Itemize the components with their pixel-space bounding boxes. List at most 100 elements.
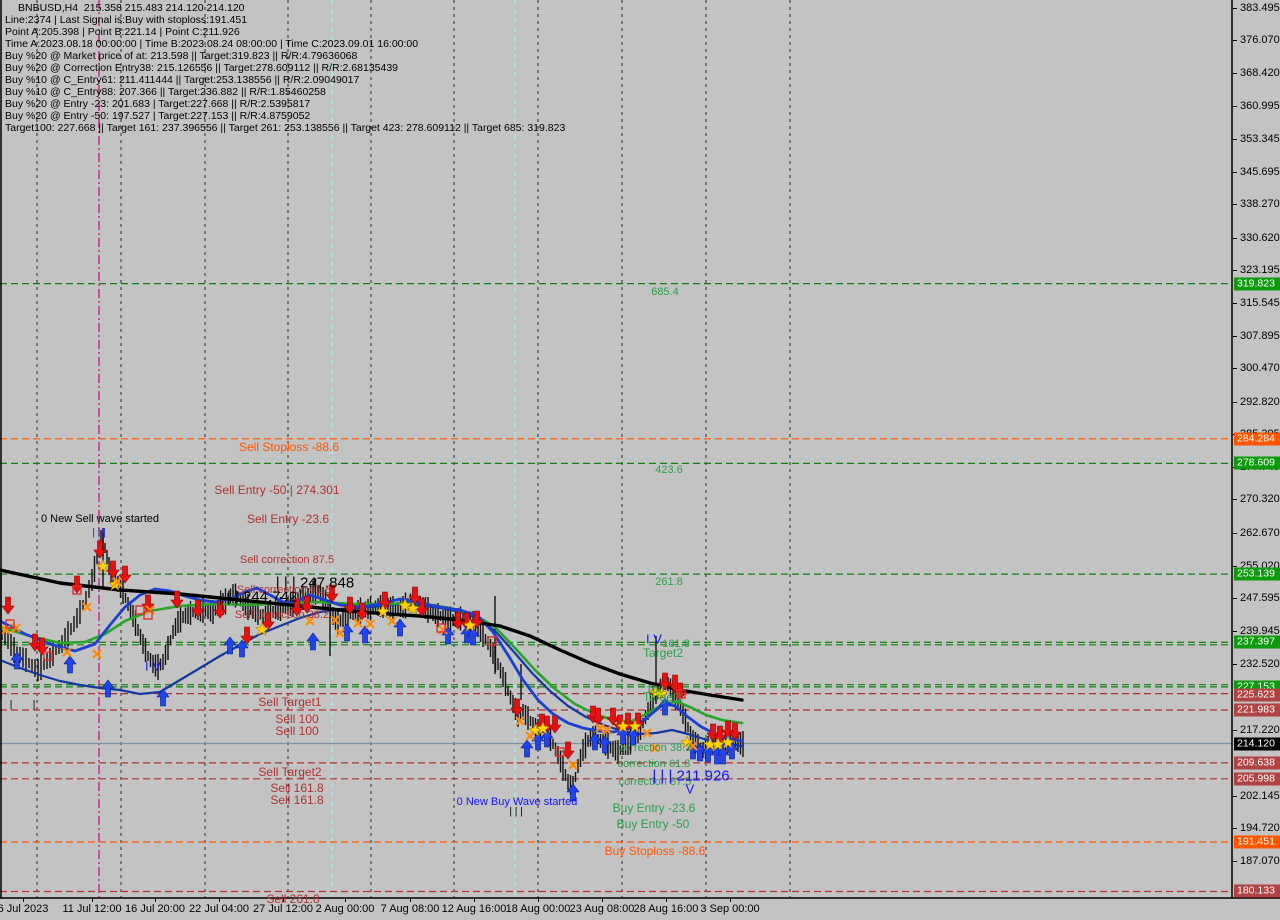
cross-signal-icon — [568, 760, 578, 770]
chart-annotation: | — [32, 699, 36, 711]
cross-signal-icon — [335, 628, 345, 638]
buy-arrow-icon — [393, 618, 407, 637]
chart-annotation: Sell Target2 — [258, 765, 322, 779]
sell-arrow-icon — [191, 599, 205, 618]
chart-annotation: Sell 100 — [275, 724, 319, 738]
time-label: 6 Jul 2023 — [0, 903, 49, 915]
price-tick — [1233, 664, 1237, 665]
price-label: 187.070 — [1240, 855, 1280, 867]
price-badge-237.397: 237.397 — [1234, 635, 1280, 649]
time-tick — [92, 898, 93, 902]
price-tick — [1233, 270, 1237, 271]
price-label: 247.595 — [1240, 592, 1280, 604]
time-label: 22 Jul 04:00 — [189, 903, 249, 915]
square-signal-icon — [43, 651, 53, 661]
chart-annotation: | | | 244.742 — [218, 588, 298, 606]
chart-annotation: Sell correction 38.2 — [234, 609, 330, 621]
time-tick — [410, 898, 411, 902]
price-tick — [1233, 8, 1237, 9]
chart-annotation: Sell Target1 — [258, 695, 322, 709]
buy-arrow-icon — [520, 739, 534, 758]
price-tick — [1233, 40, 1237, 41]
price-label: 315.545 — [1240, 297, 1280, 309]
sell-arrow-icon — [1, 596, 15, 615]
price-tick — [1233, 139, 1237, 140]
header-line: BNBUSD,H4 215.358 215.483 214.120 214.12… — [18, 2, 245, 14]
header-line: Time A:2023.08.18 00:00:00 | Time B:2023… — [5, 38, 419, 50]
chart-annotation: | | | — [92, 527, 106, 539]
price-label: 323.195 — [1240, 264, 1280, 276]
price-tick — [1233, 730, 1237, 731]
buy-arrow-icon — [223, 636, 237, 655]
chart-annotation: | — [9, 699, 13, 711]
price-label: 262.670 — [1240, 527, 1280, 539]
chart-annotation: 423.6 — [655, 464, 683, 476]
price-tick — [1233, 204, 1237, 205]
price-tick — [1233, 106, 1237, 107]
time-label: 2 Aug 00:00 — [315, 903, 375, 915]
chart-annotation: | | | — [509, 806, 523, 818]
price-label: 353.345 — [1240, 133, 1280, 145]
chart-annotation: Target1 — [642, 690, 684, 704]
chart-annotation: 0 New Sell wave started — [41, 513, 159, 525]
time-tick — [730, 898, 731, 902]
cross-signal-icon — [525, 731, 535, 741]
buy-arrow-icon — [306, 632, 320, 651]
price-tick — [1233, 336, 1237, 337]
time-axis[interactable]: 6 Jul 2023 11 Jul 12:00 16 Jul 20:00 22 Jul… — [0, 898, 1280, 920]
time-tick — [602, 898, 603, 902]
price-tick — [1233, 631, 1237, 632]
chart-annotation: Sell Entry -23.6 — [246, 512, 330, 526]
price-tick — [1233, 796, 1237, 797]
header-line: Buy %20 @ Entry -23: 201.683 | Target:22… — [5, 98, 311, 110]
sell-arrow-icon — [93, 540, 107, 559]
time-tick — [474, 898, 475, 902]
header-line: Buy %20 @ Entry -50: 197.527 | Target:22… — [5, 110, 311, 122]
chart-annotation: Sell correction 87.5 — [239, 554, 335, 566]
chart-annotation: I V — [646, 631, 662, 647]
buy-arrow-icon — [358, 625, 372, 644]
price-label: 202.145 — [1240, 790, 1280, 802]
price-tick — [1233, 598, 1237, 599]
price-tick — [1233, 172, 1237, 173]
price-tick — [1233, 303, 1237, 304]
time-label: 3 Sep 00:00 — [700, 903, 760, 915]
price-tick — [1233, 533, 1237, 534]
price-label: 383.495 — [1240, 2, 1280, 14]
price-label: 194.720 — [1240, 822, 1280, 834]
time-label: 23 Aug 08:00 — [569, 903, 635, 915]
price-tick — [1233, 861, 1237, 862]
price-badge-205.998: 205.998 — [1234, 772, 1280, 786]
price-badge-214.120: 214.120 — [1234, 737, 1280, 750]
price-badge-209.638: 209.638 — [1234, 756, 1280, 770]
price-badge-319.823: 319.823 — [1234, 277, 1280, 291]
time-tick — [219, 898, 220, 902]
price-label: 376.070 — [1240, 34, 1280, 46]
chart-window: BNBUSD,H4 215.358 215.483 214.120 214.12… — [0, 0, 1280, 920]
cross-signal-icon — [387, 616, 397, 626]
time-label: 7 Aug 08:00 — [380, 903, 440, 915]
price-label: 292.820 — [1240, 396, 1280, 408]
buy-arrow-icon — [10, 651, 24, 670]
price-tick — [1233, 238, 1237, 239]
header-line: Target100: 227.668 || Target 161: 237.39… — [5, 122, 566, 134]
price-tick — [1233, 402, 1237, 403]
chart-annotation: V — [685, 781, 695, 797]
price-label: 300.470 — [1240, 362, 1280, 374]
time-label: 12 Aug 16:00 — [441, 903, 507, 915]
chart-annotation: 261.8 — [655, 576, 683, 588]
chart-annotation: Sell Entry -50 | 274.301 — [214, 483, 340, 497]
price-badge-225.623: 225.623 — [1234, 688, 1280, 701]
price-label: 270.320 — [1240, 493, 1280, 505]
time-label: 16 Jul 20:00 — [125, 903, 185, 915]
price-badge-278.609: 278.609 — [1234, 456, 1280, 470]
cross-signal-icon — [92, 649, 102, 659]
time-tick — [23, 898, 24, 902]
price-badge-221.983: 221.983 — [1234, 703, 1280, 717]
price-badge-180.133: 180.133 — [1234, 884, 1280, 898]
chart-annotation: Buy Entry -23.6 — [612, 801, 696, 815]
price-label: 368.420 — [1240, 67, 1280, 79]
price-tick — [1233, 368, 1237, 369]
price-axis[interactable]: 383.495 376.070 368.420 360.995 353.345 345.6… — [1233, 0, 1280, 898]
price-label: 360.995 — [1240, 100, 1280, 112]
